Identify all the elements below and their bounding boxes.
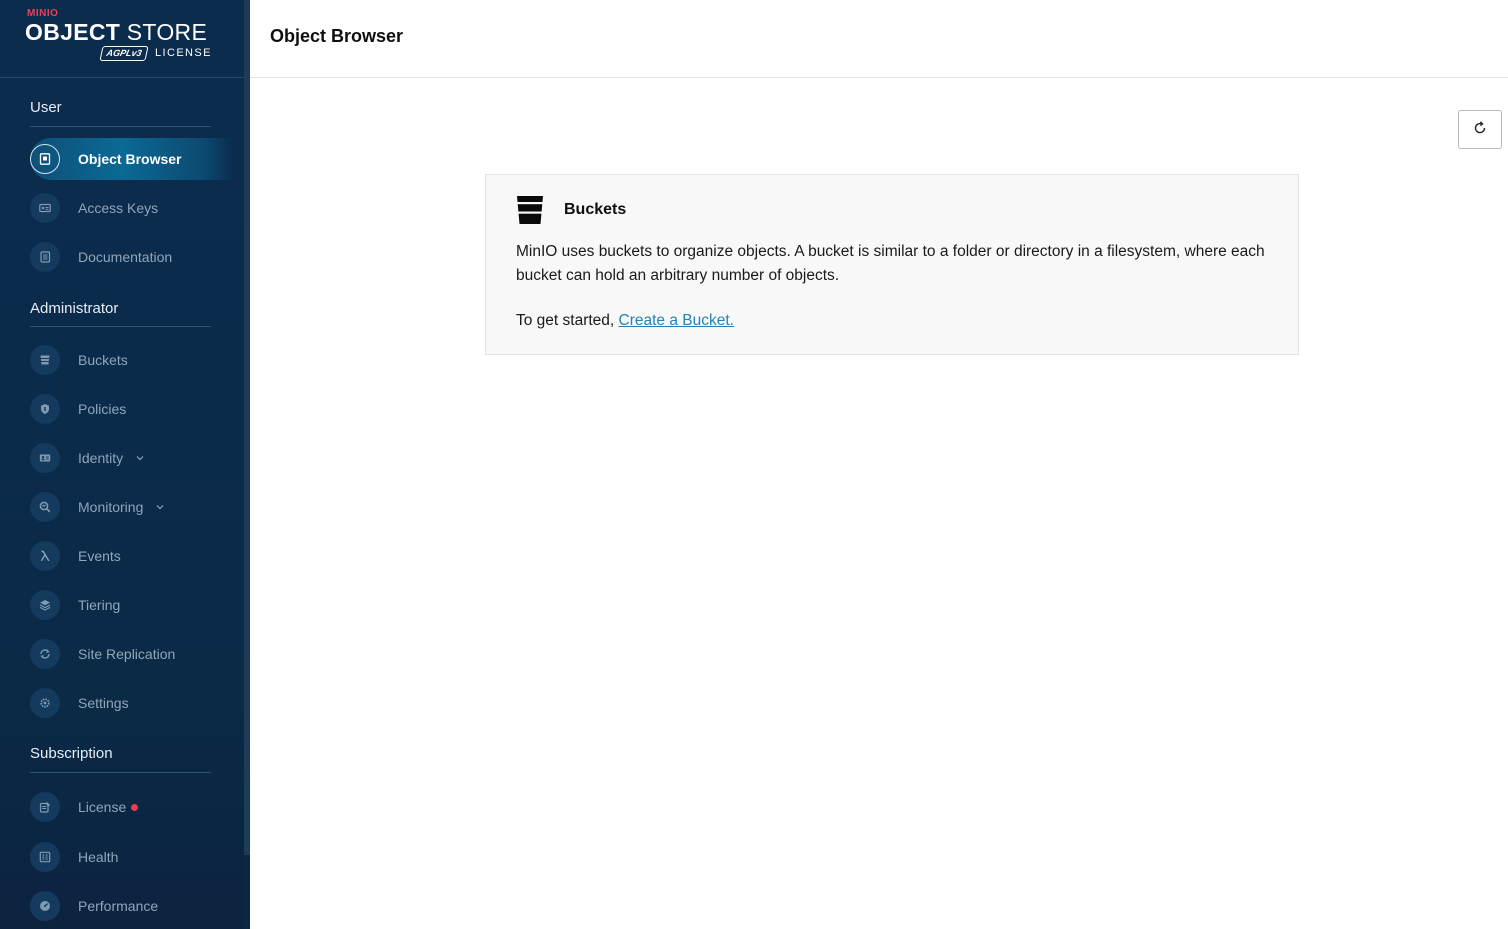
page-title: Object Browser xyxy=(270,26,404,46)
refresh-button[interactable] xyxy=(1458,110,1502,149)
sidebar: MINIO OBJECT STORE AGPLv3 LICENSE User O… xyxy=(0,0,244,929)
empty-state-title: Buckets xyxy=(564,201,627,218)
sidebar-item-label: Site Replication xyxy=(78,646,176,662)
tiering-icon xyxy=(30,590,60,620)
empty-state-cta: To get started, Create a Bucket. xyxy=(516,312,734,329)
access-keys-icon xyxy=(30,193,60,223)
section-divider xyxy=(30,126,211,127)
sidebar-item-health[interactable]: Health xyxy=(30,836,234,878)
chevron-down-icon[interactable] xyxy=(135,453,145,463)
sidebar-item-label: Monitoring xyxy=(78,499,144,515)
minio-wordmark: MINIO xyxy=(27,8,59,19)
empty-state-description: MinIO uses buckets to organize objects. … xyxy=(516,243,1265,284)
sidebar-item-label: Settings xyxy=(78,695,129,711)
sidebar-item-label: Tiering xyxy=(78,597,121,613)
sidebar-item-license[interactable]: License xyxy=(30,786,234,828)
app-window: MINIO OBJECT STORE AGPLv3 LICENSE User O… xyxy=(0,0,1508,929)
sidebar-item-label: Health xyxy=(78,849,119,865)
sidebar-item-label: Performance xyxy=(78,898,159,914)
sidebar-item-label: Buckets xyxy=(78,352,128,368)
refresh-icon xyxy=(1473,121,1487,138)
documentation-icon xyxy=(30,242,60,272)
bucket-icon xyxy=(30,345,60,375)
sidebar-item-identity[interactable]: Identity xyxy=(30,437,234,479)
section-title-subscription: Subscription xyxy=(30,745,113,762)
sidebar-scrollbar-thumb[interactable] xyxy=(244,0,250,855)
sidebar-item-object-browser[interactable]: Object Browser xyxy=(30,138,234,180)
chevron-down-icon[interactable] xyxy=(155,502,165,512)
sidebar-item-events[interactable]: Events xyxy=(30,535,234,577)
monitoring-icon xyxy=(30,492,60,522)
sidebar-item-tiering[interactable]: Tiering xyxy=(30,584,234,626)
license-icon xyxy=(30,792,60,822)
buckets-empty-state: Buckets MinIO uses buckets to organize o… xyxy=(485,174,1299,355)
sidebar-item-site-replication[interactable]: Site Replication xyxy=(30,633,234,675)
product-name: OBJECT STORE xyxy=(25,19,208,45)
section-divider xyxy=(30,326,211,327)
agpl-badge: AGPLv3 xyxy=(99,46,149,61)
sidebar-item-label: Access Keys xyxy=(78,200,159,216)
sidebar-item-access-keys[interactable]: Access Keys xyxy=(30,187,234,229)
object-browser-icon xyxy=(30,144,60,174)
page-header: Object Browser xyxy=(250,0,1508,78)
sidebar-item-label: License xyxy=(78,799,127,815)
site-replication-icon xyxy=(30,639,60,669)
sidebar-item-label: Events xyxy=(78,548,121,564)
sidebar-item-documentation[interactable]: Documentation xyxy=(30,236,234,278)
section-divider xyxy=(30,772,211,773)
identity-icon xyxy=(30,443,60,473)
sidebar-item-policies[interactable]: Policies xyxy=(30,388,234,430)
sidebar-item-performance[interactable]: Performance xyxy=(30,885,234,927)
license-label: LICENSE xyxy=(155,47,212,59)
sidebar-item-buckets[interactable]: Buckets xyxy=(30,339,234,381)
sidebar-item-label: Object Browser xyxy=(78,151,182,167)
sidebar-item-label: Documentation xyxy=(78,249,173,265)
bucket-icon xyxy=(516,195,544,225)
policies-icon xyxy=(30,394,60,424)
lambda-icon xyxy=(30,541,60,571)
brand-logo[interactable]: MINIO OBJECT STORE AGPLv3 LICENSE xyxy=(0,0,244,78)
section-title-user: User xyxy=(30,99,62,116)
create-bucket-link[interactable]: Create a Bucket. xyxy=(619,312,734,329)
performance-icon xyxy=(30,891,60,921)
settings-icon xyxy=(30,688,60,718)
notification-dot xyxy=(131,803,139,811)
sidebar-item-label: Policies xyxy=(78,401,127,417)
sidebar-item-settings[interactable]: Settings xyxy=(30,682,234,724)
sidebar-item-monitoring[interactable]: Monitoring xyxy=(30,486,234,528)
section-title-administrator: Administrator xyxy=(30,300,119,317)
health-icon xyxy=(30,842,60,872)
sidebar-item-label: Identity xyxy=(78,450,124,466)
